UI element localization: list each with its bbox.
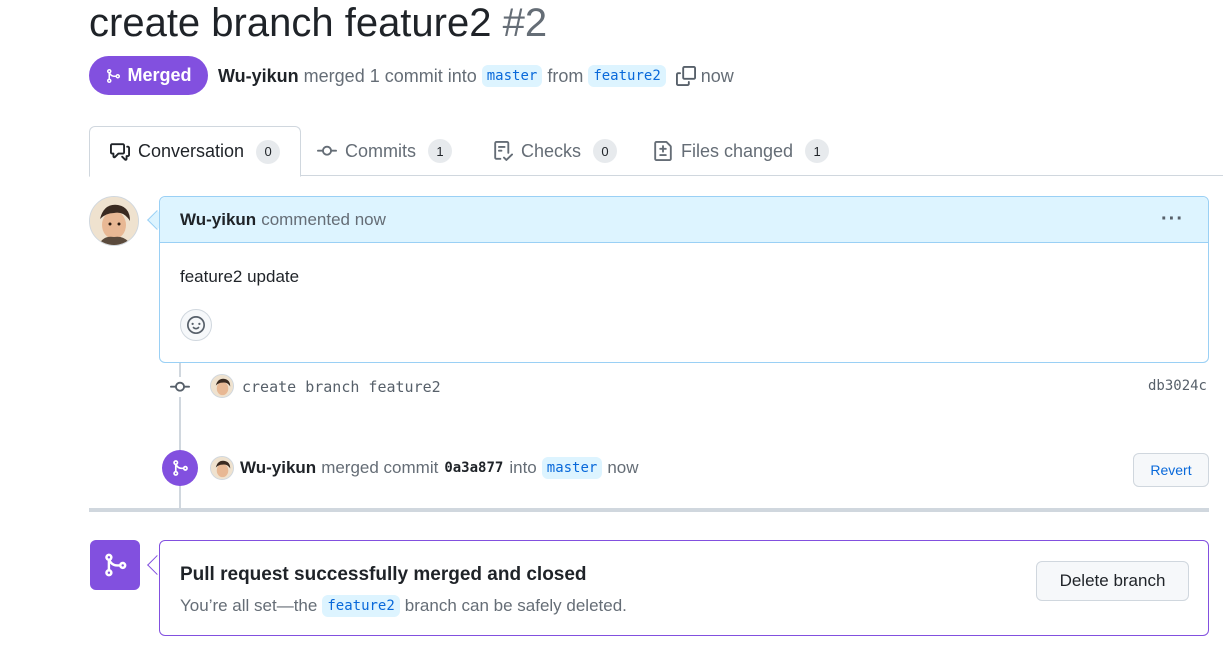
- file-diff-icon: [654, 141, 672, 161]
- tab-files-changed-count: 1: [805, 139, 830, 163]
- checklist-icon: [494, 141, 513, 161]
- pr-meta: Wu-yikun merged 1 commit into master fro…: [218, 62, 734, 90]
- merge-sha-link[interactable]: 0a3a877: [444, 460, 503, 476]
- git-merge-icon: [162, 450, 198, 486]
- comment-box: Wu-yikun commented now ··· feature2 upda…: [159, 196, 1209, 363]
- tab-files-changed[interactable]: Files changed 1: [653, 126, 830, 176]
- head-branch-link[interactable]: feature2: [588, 65, 666, 87]
- pr-title: create branch feature2: [89, 1, 492, 45]
- into-label: into: [509, 458, 537, 477]
- tab-commits[interactable]: Commits 1: [317, 126, 452, 176]
- pr-author-link[interactable]: Wu-yikun: [218, 66, 299, 87]
- tab-checks-count: 0: [593, 139, 618, 163]
- avatar[interactable]: [210, 374, 234, 398]
- merge-time: now: [607, 458, 639, 477]
- timeline-divider: [89, 508, 1209, 512]
- tab-conversation-label: Conversation: [138, 141, 245, 161]
- merged-sub-after: branch can be safely deleted.: [404, 596, 627, 615]
- git-commit-icon: [317, 145, 337, 156]
- merged-state-badge: Merged: [89, 56, 208, 95]
- comment-body: feature2 update: [180, 267, 300, 286]
- comment-author-link[interactable]: Wu-yikun: [180, 210, 256, 230]
- merged-title: Pull request successfully merged and clo…: [180, 564, 587, 585]
- pr-time: now: [700, 65, 734, 86]
- base-branch-link[interactable]: master: [481, 65, 543, 87]
- merge-action: merged commit: [321, 458, 439, 477]
- kebab-menu-icon[interactable]: ···: [1161, 208, 1184, 231]
- git-commit-icon: [169, 377, 191, 397]
- avatar[interactable]: [89, 196, 139, 246]
- comment-discussion-icon: [110, 142, 130, 161]
- merge-branch-link[interactable]: master: [541, 457, 603, 479]
- merged-status-box: Pull request successfully merged and clo…: [159, 540, 1209, 636]
- tab-checks[interactable]: Checks 0: [493, 126, 618, 176]
- avatar[interactable]: [210, 456, 234, 480]
- merged-sub-before: You’re all set—the: [180, 596, 318, 615]
- tab-commits-label: Commits: [345, 140, 416, 161]
- pr-number: #2: [502, 1, 548, 45]
- git-merge-icon: [90, 540, 140, 590]
- comment-meta: commented now: [261, 209, 386, 229]
- merged-subtitle: You’re all set—the feature2 branch can b…: [180, 595, 627, 617]
- page-title: create branch feature2 #2: [89, 0, 547, 46]
- tab-commits-count: 1: [428, 139, 452, 163]
- add-reaction-button[interactable]: [180, 309, 212, 341]
- deletable-branch-link[interactable]: feature2: [322, 595, 400, 617]
- from-label: from: [547, 65, 584, 86]
- tab-conversation-count: 0: [256, 139, 281, 164]
- smiley-icon: [187, 316, 205, 334]
- merge-event: Wu-yikun merged commit 0a3a877 into mast…: [240, 455, 639, 481]
- git-merge-icon: [107, 68, 121, 83]
- pr-summary: merged 1 commit into: [303, 65, 477, 86]
- tab-conversation[interactable]: Conversation 0: [89, 126, 302, 177]
- revert-button[interactable]: Revert: [1133, 453, 1209, 487]
- delete-branch-button[interactable]: Delete branch: [1036, 561, 1189, 601]
- merge-author-link[interactable]: Wu-yikun: [240, 458, 316, 478]
- copy-icon[interactable]: [675, 65, 697, 87]
- tab-checks-label: Checks: [521, 140, 582, 161]
- pr-tabs: Conversation 0 Commits 1 Checks 0 Files …: [89, 126, 1223, 177]
- comment-header: Wu-yikun commented now ···: [160, 197, 1208, 243]
- tab-files-changed-label: Files changed: [681, 140, 794, 161]
- commit-message-link[interactable]: create branch feature2: [242, 378, 441, 396]
- commit-sha-link[interactable]: db3024c: [1148, 378, 1207, 394]
- state-label: Merged: [127, 65, 192, 85]
